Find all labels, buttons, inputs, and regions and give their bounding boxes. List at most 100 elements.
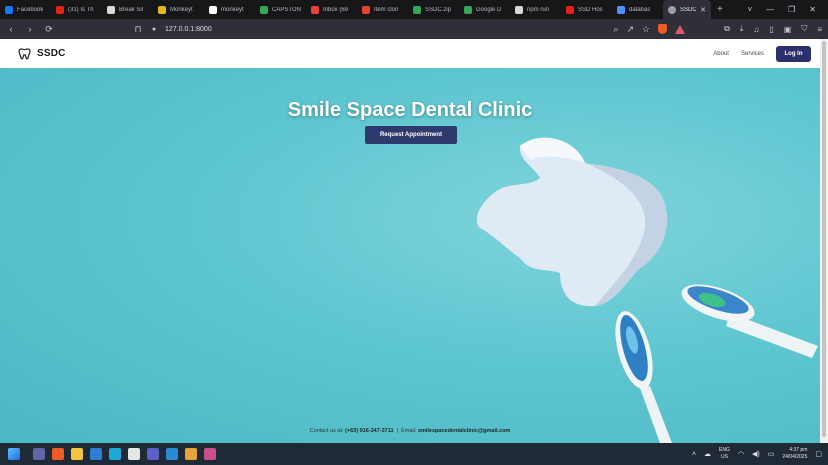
cloud-icon[interactable]: ☁ bbox=[704, 450, 711, 458]
nav-link-services[interactable]: Services bbox=[741, 51, 764, 57]
extensions-icon[interactable]: ⧉ bbox=[724, 24, 730, 34]
clock-date: 24/04/2025 bbox=[782, 454, 808, 460]
tab-ssdc-active[interactable]: SSDC ✕ bbox=[663, 0, 711, 19]
wallet-icon[interactable]: ▣ bbox=[784, 25, 792, 34]
wifi-icon[interactable]: ◠ bbox=[738, 450, 744, 458]
browser-tab[interactable]: SSD Hos bbox=[561, 0, 612, 19]
tab-label: monkeyt bbox=[221, 6, 244, 13]
tab-favicon-icon bbox=[209, 5, 217, 14]
page-scrollbar[interactable] bbox=[820, 39, 828, 443]
browser-tab[interactable]: Item clon bbox=[357, 0, 408, 19]
brave-rewards-icon[interactable] bbox=[675, 24, 686, 34]
site-info-icon[interactable]: ● bbox=[149, 26, 159, 33]
battery-icon[interactable]: ▭ bbox=[768, 450, 775, 458]
tab-favicon-icon bbox=[311, 5, 319, 14]
edge-icon[interactable] bbox=[109, 448, 121, 460]
tab-favicon-icon bbox=[5, 5, 13, 14]
forward-icon[interactable]: › bbox=[25, 24, 35, 34]
tab-search-icon[interactable]: ˅ bbox=[747, 5, 752, 14]
tab-close-icon[interactable]: ✕ bbox=[700, 6, 706, 14]
maximize-button[interactable]: ❐ bbox=[788, 5, 795, 14]
windows-start-icon[interactable] bbox=[8, 448, 20, 460]
minimize-button[interactable]: — bbox=[766, 5, 774, 14]
language-text: ENG bbox=[719, 447, 730, 453]
contact-phone[interactable]: (+63) 916-347-3711 bbox=[345, 428, 393, 434]
region-text: US bbox=[720, 454, 728, 460]
teams-icon[interactable] bbox=[33, 448, 45, 460]
hero-background-image bbox=[476, 137, 818, 443]
contact-info: Contact us at: (+63) 916-347-3711 | Emai… bbox=[0, 428, 820, 434]
brave-icon[interactable] bbox=[52, 448, 64, 460]
teams-2-icon[interactable] bbox=[147, 448, 159, 460]
url-text[interactable]: 127.0.0.1:8000 bbox=[165, 26, 212, 33]
browser-tab[interactable]: (31) Is Th bbox=[51, 0, 102, 19]
vscode-icon[interactable] bbox=[166, 448, 178, 460]
tab-favicon-icon bbox=[158, 5, 166, 14]
tab-favicon-icon bbox=[617, 5, 625, 14]
browser-tab[interactable]: npm run bbox=[510, 0, 561, 19]
reload-icon[interactable]: ⟳ bbox=[44, 24, 54, 35]
tab-favicon-icon bbox=[413, 5, 421, 14]
brave-shields-icon[interactable] bbox=[658, 24, 668, 34]
contact-email[interactable]: smilespacedentalclinic@gmail.com bbox=[418, 428, 510, 434]
browser-tab[interactable]: SSDC.zip bbox=[408, 0, 459, 19]
downloads-icon[interactable]: ⤓ bbox=[740, 24, 744, 34]
browser-tab[interactable]: databas bbox=[612, 0, 663, 19]
new-tab-button[interactable]: + bbox=[711, 4, 729, 15]
tooth-logo-icon[interactable] bbox=[18, 47, 31, 60]
zoom-icon[interactable]: ⌕ bbox=[613, 24, 618, 35]
bookmark-icon[interactable]: ⊓ bbox=[133, 24, 143, 35]
email-label: Email: bbox=[401, 428, 417, 434]
brand-name[interactable]: SSDC bbox=[37, 48, 66, 59]
tab-label: Monkeyt bbox=[170, 6, 193, 13]
browser-tab[interactable]: Monkeyt bbox=[153, 0, 204, 19]
nav-link-about[interactable]: About bbox=[713, 51, 729, 57]
tab-label: SSDC bbox=[680, 6, 697, 13]
web-page: SSDC About Services Log In Smile Space D… bbox=[0, 39, 820, 443]
request-appointment-button[interactable]: Request Appointment bbox=[365, 126, 457, 144]
tab-label: npm run bbox=[527, 6, 550, 13]
app-snip-icon[interactable] bbox=[204, 448, 216, 460]
share-icon[interactable]: ↗ bbox=[626, 24, 634, 35]
page-favicon-icon bbox=[668, 5, 676, 14]
browser-tab[interactable]: Google D bbox=[459, 0, 510, 19]
browser-tab[interactable]: Break Sil bbox=[102, 0, 153, 19]
tray-chevron-icon[interactable]: ˄ bbox=[692, 451, 696, 458]
clock[interactable]: 4:37 pm 24/04/2025 bbox=[782, 447, 807, 461]
tab-label: Break Sil bbox=[119, 6, 144, 13]
tab-favicon-icon bbox=[566, 5, 574, 14]
tab-label: Inbox (69 bbox=[323, 6, 349, 13]
scrollbar-thumb[interactable] bbox=[822, 41, 826, 437]
volume-icon[interactable]: ◀) bbox=[752, 450, 760, 458]
browser-toolbar: ‹ › ⟳ ⊓ ● 127.0.0.1:8000 ⌕ ↗ ☆ ⧉ ⤓ ♫ ▯ ▣… bbox=[0, 19, 828, 39]
tab-label: Item clon bbox=[374, 6, 399, 13]
tab-label: databas bbox=[629, 6, 651, 13]
clock-time: 4:37 pm bbox=[789, 447, 808, 453]
back-icon[interactable]: ‹ bbox=[6, 24, 16, 34]
hero-title: Smile Space Dental Clinic bbox=[287, 99, 533, 121]
app-blue-icon[interactable] bbox=[90, 448, 102, 460]
language-indicator[interactable]: ENG US bbox=[719, 447, 730, 461]
tab-label: CAPSTON bbox=[272, 6, 301, 13]
contact-separator: | bbox=[396, 428, 399, 434]
vpn-icon[interactable]: ⛉ bbox=[801, 24, 807, 34]
browser-tab[interactable]: Inbox (69 bbox=[306, 0, 357, 19]
media-icon[interactable]: ♫ bbox=[753, 25, 759, 34]
browser-tab[interactable]: monkeyt bbox=[204, 0, 255, 19]
tab-label: SSDC.zip bbox=[425, 6, 452, 13]
tab-label: Facebook bbox=[17, 6, 44, 13]
browser-tab[interactable]: Facebook bbox=[0, 0, 51, 19]
sidebar-icon[interactable]: ▯ bbox=[769, 25, 773, 34]
menu-icon[interactable]: ≡ bbox=[817, 25, 822, 34]
browser-tab[interactable]: CAPSTON bbox=[255, 0, 306, 19]
bookmark-star-icon[interactable]: ☆ bbox=[642, 24, 650, 35]
notifications-icon[interactable]: ▢ bbox=[815, 450, 822, 458]
toothbrush-image bbox=[681, 284, 818, 358]
close-window-button[interactable]: ✕ bbox=[809, 5, 816, 14]
notion-icon[interactable] bbox=[128, 448, 140, 460]
tab-favicon-icon bbox=[260, 5, 268, 14]
file-explorer-icon[interactable] bbox=[71, 448, 83, 460]
app-orange-icon[interactable] bbox=[185, 448, 197, 460]
address-bar[interactable]: ⊓ ● 127.0.0.1:8000 ⌕ ↗ ☆ bbox=[63, 22, 686, 36]
login-button[interactable]: Log In bbox=[776, 45, 811, 62]
